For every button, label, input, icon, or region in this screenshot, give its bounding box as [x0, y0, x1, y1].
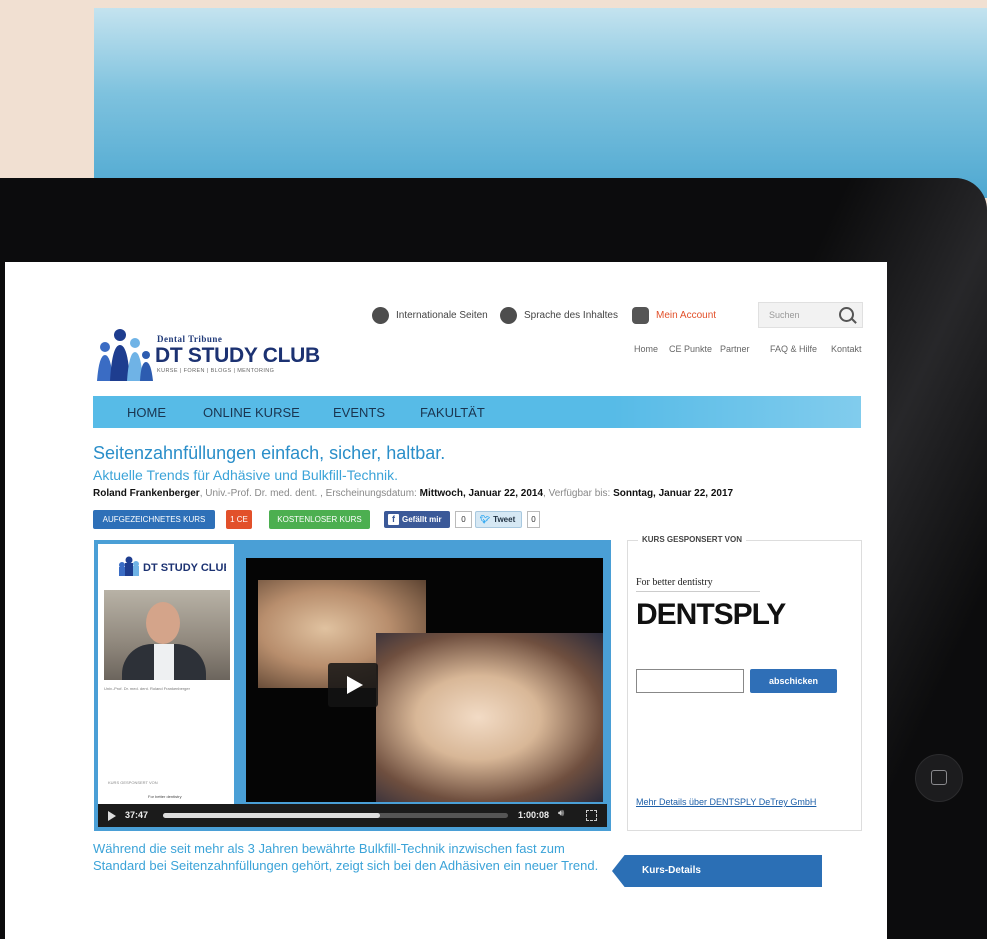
nav-fakultaet[interactable]: FAKULTÄT [420, 405, 485, 420]
video-player[interactable]: DT STUDY CLUB Univ.-Prof. Dr. med. dent.… [94, 540, 611, 831]
tooth-image-2 [376, 633, 603, 802]
facebook-like-button[interactable]: f Gefällt mir [384, 511, 450, 528]
progress-bar[interactable] [163, 813, 508, 818]
course-title: Seitenzahnfüllungen einfach, sicher, hal… [93, 443, 446, 463]
main-nav: HOME ONLINE KURSE EVENTS FAKULTÄT [93, 396, 861, 428]
user-icon [632, 307, 649, 324]
presenter-webcam [104, 590, 230, 680]
sponsor-title: KURS GESPONSERT VON [638, 535, 747, 544]
background-photo [94, 8, 987, 198]
sponsor-input[interactable] [636, 669, 744, 693]
video-slide-panel: DT STUDY CLUB Univ.-Prof. Dr. med. dent.… [98, 544, 234, 827]
duration-time: 1:00:08 [518, 810, 550, 820]
kurs-details-button[interactable]: Kurs-Details [612, 855, 822, 887]
tablet-home-button[interactable] [915, 754, 963, 802]
course-description: Während die seit mehr als 3 Jahren bewäh… [93, 841, 599, 873]
like-count: 0 [455, 511, 472, 528]
play-icon[interactable] [108, 811, 116, 821]
nav-online-kurse[interactable]: ONLINE KURSE [203, 405, 300, 420]
slide-caption-2: For better dentistry [148, 794, 182, 799]
fullscreen-icon[interactable] [586, 810, 597, 821]
home-square-icon [931, 770, 947, 785]
progress-fill [163, 813, 381, 818]
sublink-partner[interactable]: Partner [720, 344, 750, 354]
sublink-kontakt[interactable]: Kontakt [831, 344, 862, 354]
sponsor-box: KURS GESPONSERT VON For better dentistry… [627, 535, 862, 831]
brand-title: DT STUDY CLUB [155, 344, 320, 367]
submit-button[interactable]: abschicken [750, 669, 837, 693]
tablet-screen: Internationale Seiten Sprache des Inhalt… [5, 262, 887, 939]
slide-caption: KURS GESPONSERT VON [108, 780, 158, 785]
dentsply-logo: DENTSPLY [636, 598, 786, 631]
tweet-button[interactable]: 🐦︎ Tweet [475, 511, 522, 528]
tag-free-course[interactable]: KOSTENLOSER KURS [269, 510, 370, 529]
sublink-ce-punkte[interactable]: CE Punkte [669, 344, 712, 354]
account-link[interactable]: Mein Account [632, 307, 716, 324]
sublink-faq[interactable]: FAQ & Hilfe [770, 344, 817, 354]
globe-icon [372, 307, 389, 324]
volume-icon[interactable]: 🔊︎ [558, 808, 564, 819]
facebook-icon: f [388, 514, 399, 526]
course-subtitle: Aktuelle Trends für Adhäsive und Bulkfil… [93, 467, 399, 483]
brand-dental-tribune: Dental Tribune [157, 334, 223, 344]
sponsor-details-link[interactable]: Mehr Details über DENTSPLY DeTrey GmbH [636, 797, 816, 807]
video-logo: DT STUDY CLUB [119, 556, 226, 576]
presenter-caption: Univ.-Prof. Dr. med. dent. Roland Franke… [104, 686, 190, 691]
author-name: Roland Frankenberger [93, 488, 200, 499]
nav-home[interactable]: HOME [127, 405, 166, 420]
speech-bubble-icon [500, 307, 517, 324]
brand-tagline: KURSE | FOREN | BLOGS | MENTORING [157, 368, 275, 374]
nav-events[interactable]: EVENTS [333, 405, 385, 420]
sponsor-tagline: For better dentistry [636, 577, 760, 592]
language-link[interactable]: Sprache des Inhaltes [500, 307, 618, 324]
international-link[interactable]: Internationale Seiten [372, 307, 488, 324]
available-date: Sonntag, Januar 22, 2017 [613, 488, 734, 499]
tag-recorded-course[interactable]: AUFGEZEICHNETES KURS [93, 510, 215, 529]
dt-study-club-logo[interactable] [93, 325, 153, 383]
sublink-home[interactable]: Home [634, 344, 658, 354]
search-icon[interactable] [839, 307, 854, 322]
svg-text:DT STUDY CLUB: DT STUDY CLUB [143, 562, 226, 574]
video-controls: 37:47 1:00:08 🔊︎ [98, 804, 607, 827]
play-overlay-button[interactable] [328, 663, 378, 707]
tweet-count: 0 [527, 511, 540, 528]
video-frame[interactable] [246, 558, 603, 802]
course-meta: Roland Frankenberger, Univ.-Prof. Dr. me… [93, 488, 734, 499]
tag-ce[interactable]: 1 CE [226, 510, 252, 529]
elapsed-time: 37:47 [125, 810, 149, 820]
published-date: Mittwoch, Januar 22, 2014 [419, 488, 544, 499]
twitter-bird-icon: 🐦︎ [480, 515, 491, 524]
search-input[interactable]: Suchen [758, 302, 863, 328]
